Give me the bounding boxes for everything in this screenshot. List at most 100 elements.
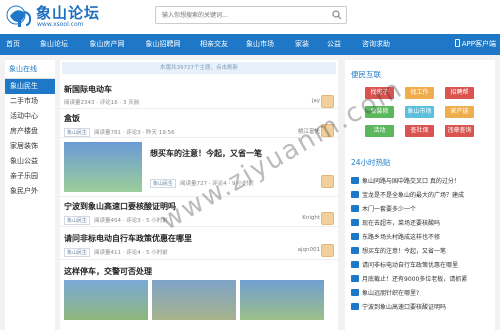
- nav-item-jobs[interactable]: 象山招聘网: [138, 34, 188, 55]
- hot-title: 24小时热贴: [351, 158, 391, 167]
- post-tag[interactable]: 象山民生: [64, 216, 91, 225]
- tag-decor[interactable]: 爱装修: [365, 106, 394, 118]
- post-title[interactable]: 想买车的注意！今起，又省一笔: [150, 148, 262, 159]
- tag-social-security[interactable]: 查社保: [405, 125, 434, 137]
- sidebar-item-charity[interactable]: 象山公益: [5, 154, 55, 169]
- nav-item-house[interactable]: 象山房产网: [82, 34, 132, 55]
- hot-item-label[interactable]: 想买车的注意！今起，又省一笔: [362, 248, 446, 255]
- post-item[interactable]: 新国际电动车 阅读量2343 · 评论16 · 3 天前 jay: [60, 74, 338, 109]
- hot-item[interactable]: 木门一套要多少一个: [351, 203, 491, 216]
- post-item[interactable]: 这样停车，交警可否处理: [60, 260, 338, 320]
- post-item[interactable]: 请问非标电动自行车政策优惠在哪里 象山民生 阅读量411 · 评论4 · 5 小时…: [60, 227, 338, 260]
- avatar[interactable]: [321, 124, 334, 137]
- post-tag[interactable]: 象山民生: [150, 179, 177, 188]
- hot-item[interactable]: 象山同路与国中路交叉口 真的过分！: [351, 175, 491, 188]
- hot-item-label[interactable]: 象山远朋针织在哪里?: [362, 290, 419, 297]
- hot-item[interactable]: 象山远朋针织在哪里?: [351, 287, 491, 300]
- hot-item-label[interactable]: 宝龙是不是全象山的最大的广场？建成: [362, 192, 464, 199]
- services-title: 便民互联: [351, 70, 381, 79]
- hot-item-label[interactable]: 请问非标电动自行车政策优惠在哪里: [362, 262, 458, 269]
- hot-item-label[interactable]: 东路乡场头村路成这样也不修: [362, 234, 440, 241]
- post-meta: 阅读量411 · 评论4 · 5 小时前: [94, 250, 168, 256]
- tag-chain[interactable]: 家产链: [445, 106, 474, 118]
- bullet-icon: [351, 289, 359, 296]
- tag-violation[interactable]: 违章查询: [445, 125, 474, 137]
- post-meta: 阅读量2343 · 评论16 · 3 天前: [64, 100, 140, 106]
- sidebar-item-property[interactable]: 房产楼盘: [5, 124, 55, 139]
- post-author[interactable]: 桃江富先: [298, 127, 320, 135]
- post-title[interactable]: 盒饭: [64, 113, 80, 124]
- tag-hiring[interactable]: 招聘帮: [445, 87, 474, 99]
- post-tag[interactable]: 象山民生: [64, 128, 91, 137]
- bullet-icon: [351, 233, 359, 240]
- site-title[interactable]: 象山论坛: [36, 2, 100, 23]
- hot-item-label[interactable]: 木门一套要多少一个: [362, 206, 416, 213]
- sidebar-item-events[interactable]: 活动中心: [5, 109, 55, 124]
- avatar[interactable]: [321, 95, 334, 108]
- post-thumbnail[interactable]: [64, 280, 148, 320]
- post-author[interactable]: Knight: [302, 215, 320, 221]
- sidebar-item-home-decor[interactable]: 家居装饰: [5, 139, 55, 154]
- post-title[interactable]: 新国际电动车: [64, 84, 112, 95]
- post-meta-row: 象山民生 阅读量727 · 评论4 · 9 小时前: [150, 178, 254, 188]
- hot-item[interactable]: 现在去超市，菜场还要核酸吗: [351, 217, 491, 230]
- bullet-icon: [351, 177, 359, 184]
- hot-item-label[interactable]: 象山同路与国中路交叉口 真的过分！: [362, 178, 460, 185]
- elephant-logo-icon[interactable]: [6, 3, 34, 29]
- post-title[interactable]: 这样停车，交警可否处理: [64, 266, 152, 277]
- nav-item-help[interactable]: 咨询求助: [356, 34, 396, 55]
- post-thumbnail[interactable]: [240, 280, 324, 320]
- post-item[interactable]: 盒饭 象山民生 阅读量781 · 评论3 · 昨天 19:56 桃江富先: [60, 109, 338, 138]
- nav-item-decor[interactable]: 家装: [290, 34, 314, 55]
- hot-item-label[interactable]: 宁波到象山高速口要核酸证明吗: [362, 304, 446, 311]
- nav-item-charity[interactable]: 公益: [322, 34, 346, 55]
- hot-item[interactable]: 东路乡场头村路成这样也不修: [351, 231, 491, 244]
- refresh-notice[interactable]: 本版共39727个主题，点击刷新: [62, 62, 336, 74]
- sidebar-item-secondhand[interactable]: 二手市场: [5, 94, 55, 109]
- app-client-label: APP客户端: [461, 40, 496, 48]
- tag-find-job[interactable]: 找工作: [405, 87, 434, 99]
- search-input[interactable]: [156, 7, 332, 23]
- bullet-icon: [351, 275, 359, 282]
- nav-item-dating[interactable]: 相亲交友: [194, 34, 234, 55]
- tag-find-house[interactable]: 找房子: [365, 87, 394, 99]
- post-title[interactable]: 请问非标电动自行车政策优惠在哪里: [64, 233, 192, 244]
- avatar[interactable]: [321, 175, 334, 188]
- post-tag[interactable]: 象山民生: [64, 248, 91, 257]
- post-author[interactable]: ajqn001: [298, 247, 320, 253]
- post-thumbnail[interactable]: [152, 280, 236, 320]
- tag-market[interactable]: 象山市场: [405, 106, 434, 118]
- tag-events[interactable]: 活动: [365, 125, 394, 137]
- post-meta: 阅读量781 · 评论3 · 昨天 19:56: [94, 130, 175, 136]
- post-item[interactable]: 想买车的注意！今起，又省一笔 象山民生 阅读量727 · 评论4 · 9 小时前: [60, 138, 338, 197]
- sidebar-item-livelihood[interactable]: 象山民生: [5, 79, 55, 94]
- app-client-button[interactable]: APP客户端: [454, 34, 496, 55]
- hot-item[interactable]: 宁波到象山高速口要核酸证明吗: [351, 301, 491, 314]
- post-thumbnail[interactable]: [64, 142, 142, 192]
- hot-item[interactable]: 想买车的注意！今起，又省一笔: [351, 245, 491, 258]
- post-item[interactable]: 宁波到象山高速口要核酸证明吗 象山民生 阅读量454 · 评论3 · 5 小时前 …: [60, 197, 338, 227]
- post-meta: 阅读量454 · 评论3 · 5 小时前: [94, 218, 168, 224]
- post-title[interactable]: 宁波到象山高速口要核酸证明吗: [64, 201, 176, 212]
- sidebar-title: 象山在线: [5, 60, 55, 79]
- nav-item-market[interactable]: 象山市场: [240, 34, 280, 55]
- avatar[interactable]: [321, 244, 334, 257]
- search-box: [155, 6, 347, 24]
- post-author[interactable]: jay: [312, 98, 320, 104]
- avatar[interactable]: [321, 212, 334, 225]
- bullet-icon: [351, 261, 359, 268]
- hot-item-label[interactable]: 月底截止！还有9000多位老板，请抓紧: [362, 276, 467, 283]
- search-icon[interactable]: [332, 10, 342, 20]
- hot-item[interactable]: 请问非标电动自行车政策优惠在哪里: [351, 259, 491, 272]
- nav-item-home[interactable]: 首页: [2, 34, 24, 55]
- sidebar-item-outdoor[interactable]: 象民户外: [5, 184, 55, 199]
- post-meta-row: 象山民生 阅读量781 · 评论3 · 昨天 19:56: [64, 127, 175, 137]
- bullet-icon: [351, 205, 359, 212]
- sidebar-item-parenting[interactable]: 亲子乐园: [5, 169, 55, 184]
- post-meta-row: 象山民生 阅读量411 · 评论4 · 5 小时前: [64, 247, 168, 257]
- hot-item-label[interactable]: 现在去超市，菜场还要核酸吗: [362, 220, 440, 227]
- nav-item-forum[interactable]: 象山论坛: [34, 34, 74, 55]
- hot-item[interactable]: 宝龙是不是全象山的最大的广场？建成: [351, 189, 491, 202]
- hot-item[interactable]: 月底截止！还有9000多位老板，请抓紧: [351, 273, 491, 286]
- bullet-icon: [351, 219, 359, 226]
